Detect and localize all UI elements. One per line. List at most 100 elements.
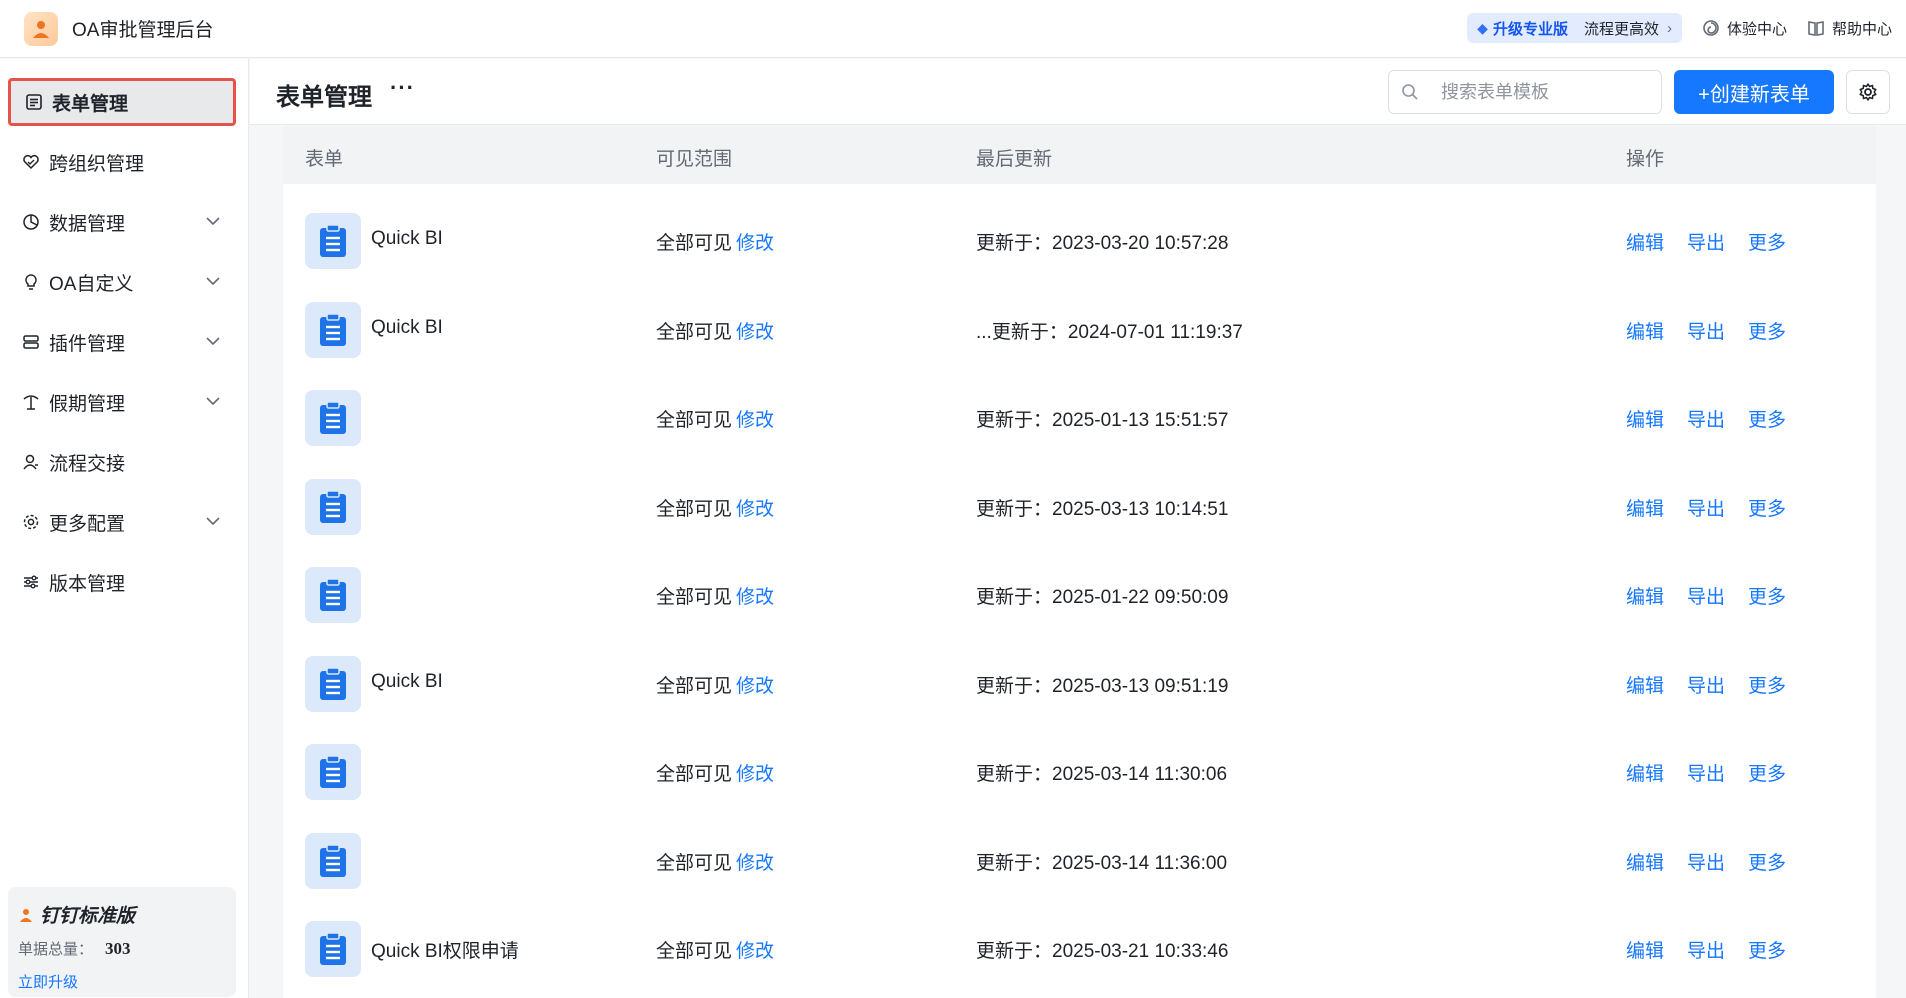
export-button[interactable]: 导出 [1687,936,1725,963]
sidebar-item-label: 表单管理 [52,93,129,115]
export-button[interactable]: 导出 [1687,759,1725,786]
scope-edit-link[interactable]: 修改 [736,233,774,254]
sidebar-item-label: 假期管理 [49,393,126,415]
edit-button[interactable]: 编辑 [1626,317,1664,344]
more-button[interactable]: 更多 [1748,759,1786,786]
user-transfer-icon [21,452,41,472]
edit-button[interactable]: 编辑 [1626,228,1664,255]
top-bar: OA审批管理后台 ◆ 升级专业版 流程更高效 › 体验中心 帮助中心 [0,0,1906,58]
scope-cell: 全部可见 修改 [656,582,774,609]
more-button[interactable]: 更多 [1748,317,1786,344]
updated-time: 更新于：2023-03-20 10:57:28 [976,233,1229,254]
more-button[interactable]: 更多 [1748,405,1786,432]
promo-upgrade-label: 升级专业版 [1492,20,1568,38]
more-button[interactable]: 更多 [1748,671,1786,698]
sidebar-item-oa-custom[interactable]: OA自定义 [8,258,236,306]
form-name[interactable]: Quick BI [371,228,443,250]
brand: OA审批管理后台 [24,11,213,46]
form-name[interactable]: Quick BI权限申请 [371,936,519,963]
scope-edit-link[interactable]: 修改 [736,853,774,874]
table-row: Quick BI 全部可见 修改 ...更新于：2024-07-01 11:19:37… [283,281,1876,369]
plan-name: 钉钉标准版 [40,906,136,927]
scope-edit-link[interactable]: 修改 [736,587,774,608]
clipboard-icon [305,921,361,977]
promo-slogan: 流程更高效 [1583,20,1659,38]
sidebar-item-leave-management[interactable]: 假期管理 [8,378,236,426]
book-icon [1808,21,1824,36]
sliders-icon [21,572,41,592]
clipboard-icon [305,744,361,800]
scope-edit-link[interactable]: 修改 [736,941,774,962]
table-row: 全部可见 修改 更新于：2025-01-13 15:51:57 编辑 导出 更多 [283,369,1876,457]
more-button[interactable]: 更多 [1748,228,1786,255]
chevron-down-icon [204,512,222,536]
diamond-icon: ◆ [1477,19,1488,36]
title-more-button[interactable]: ··· [390,75,415,101]
scope-edit-link[interactable]: 修改 [736,322,774,343]
export-button[interactable]: 导出 [1687,405,1725,432]
sidebar-item-data-management[interactable]: 数据管理 [8,198,236,246]
updated-time: 更新于：2025-03-13 09:51:19 [976,675,1229,697]
form-name[interactable]: Quick BI [371,317,443,339]
updated-time: 更新于：2025-01-13 15:51:57 [976,410,1229,431]
scope-edit-link[interactable]: 修改 [736,764,774,785]
more-button[interactable]: 更多 [1748,494,1786,521]
sidebar-item-label: 版本管理 [49,573,126,595]
sidebar-item-form-management[interactable]: 表单管理 [8,78,236,126]
gear-icon [21,512,41,532]
form-icon [24,92,44,112]
clipboard-icon [305,832,361,889]
sidebar-item-plugin-management[interactable]: 插件管理 [8,318,236,366]
updated-time: 更新于：2025-03-13 10:14:51 [976,498,1229,520]
edit-button[interactable]: 编辑 [1626,582,1664,609]
export-button[interactable]: 导出 [1687,228,1725,255]
scope-edit-link[interactable]: 修改 [736,410,774,431]
heart-link-icon [21,152,41,172]
clipboard-icon [305,390,361,446]
plan-count: 单据总量： 303 [18,938,226,959]
sidebar-item-cross-org[interactable]: 跨组织管理 [8,138,236,186]
export-button[interactable]: 导出 [1687,671,1725,698]
help-center-link[interactable]: 帮助中心 [1807,18,1892,39]
edit-button[interactable]: 编辑 [1626,671,1664,698]
scope-edit-link[interactable]: 修改 [736,676,774,697]
export-button[interactable]: 导出 [1687,494,1725,521]
upgrade-promo-button[interactable]: ◆ 升级专业版 流程更高效 › [1467,13,1682,43]
spiral-icon [1703,20,1719,36]
edit-button[interactable]: 编辑 [1626,494,1664,521]
scope-value: 全部可见 [656,233,733,254]
updated-time: 更新于：2025-01-22 09:50:09 [976,587,1229,608]
edit-button[interactable]: 编辑 [1626,405,1664,432]
more-button[interactable]: 更多 [1748,936,1786,963]
top-right-actions: ◆ 升级专业版 流程更高效 › 体验中心 帮助中心 [1467,13,1892,43]
chevron-down-icon [204,332,222,356]
column-header-scope: 可见范围 [656,149,733,170]
experience-center-link[interactable]: 体验中心 [1702,18,1787,39]
more-button[interactable]: 更多 [1748,848,1786,875]
sidebar-item-process-handover[interactable]: 流程交接 [8,438,236,486]
table-row: Quick BI 全部可见 修改 更新于：2025-03-13 09:51:19 编辑导… [283,635,1876,723]
search-box[interactable] [1388,70,1662,114]
form-table: 表单 可见范围 最后更新 操作 Quick BI 全部可见 修改 更新于：2023-0… [283,126,1876,998]
scope-value: 全部可见 [656,852,733,874]
experience-center-label: 体验中心 [1726,20,1787,38]
edit-button[interactable]: 编辑 [1626,759,1664,786]
edit-button[interactable]: 编辑 [1626,848,1664,875]
plan-count-label: 单据总量： [18,941,94,958]
create-form-button[interactable]: +创建新表单 [1674,70,1834,114]
export-button[interactable]: 导出 [1687,582,1725,609]
scope-cell: 全部可见 修改 [656,848,774,875]
plan-upgrade-link[interactable]: 立即升级 [18,971,226,992]
settings-button[interactable] [1846,70,1890,114]
export-button[interactable]: 导出 [1687,317,1725,344]
sidebar-item-label: 流程交接 [49,453,126,475]
export-button[interactable]: 导出 [1687,848,1725,875]
edit-button[interactable]: 编辑 [1626,936,1664,963]
plan-info-card: 钉钉标准版 单据总量： 303 立即升级 [8,887,236,997]
sidebar-item-version-management[interactable]: 版本管理 [8,558,236,606]
search-input[interactable] [1441,81,1641,103]
sidebar-item-more-config[interactable]: 更多配置 [8,498,236,546]
more-button[interactable]: 更多 [1748,582,1786,609]
form-name[interactable]: Quick BI [371,671,443,693]
scope-edit-link[interactable]: 修改 [736,499,774,520]
